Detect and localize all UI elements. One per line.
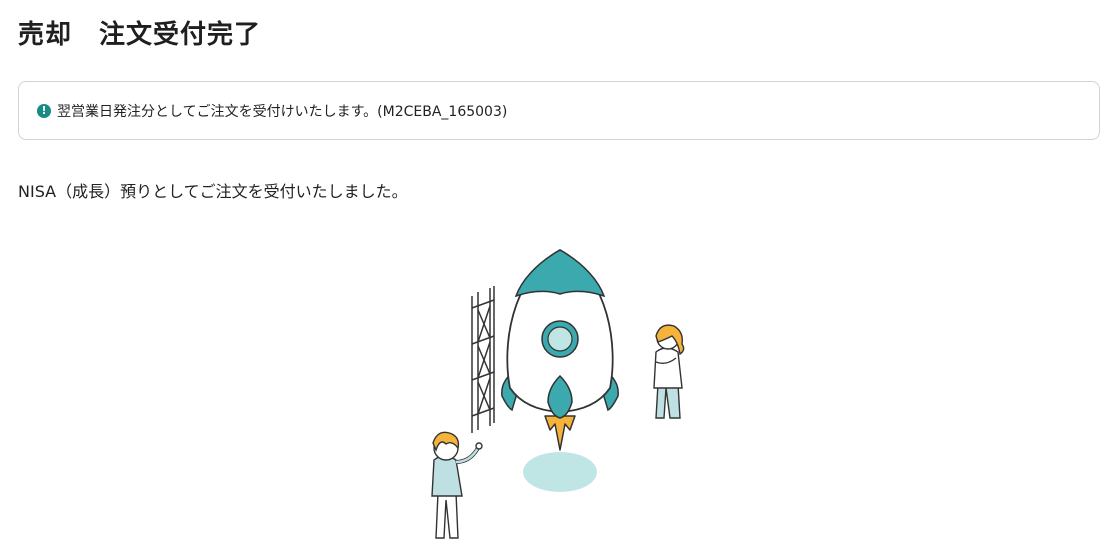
person-standing [653, 324, 685, 419]
exclamation-icon: ! [37, 103, 51, 118]
rocket-launch-illustration [400, 238, 720, 548]
launch-tower [471, 286, 495, 433]
page-title: 売却 注文受付完了 [18, 20, 262, 50]
rocket-flame [544, 415, 576, 451]
rocket-nose [514, 249, 606, 298]
launch-smoke [523, 452, 597, 492]
person-waving [431, 431, 483, 539]
notice-banner: ! 翌営業日発注分としてご注文を受付けいたします。(M2CEBA_165003) [18, 81, 1100, 140]
notice-text: 翌営業日発注分としてご注文を受付けいたします。(M2CEBA_165003) [57, 103, 508, 120]
result-message: NISA（成長）預りとしてご注文を受付いたしました。 [18, 182, 408, 201]
